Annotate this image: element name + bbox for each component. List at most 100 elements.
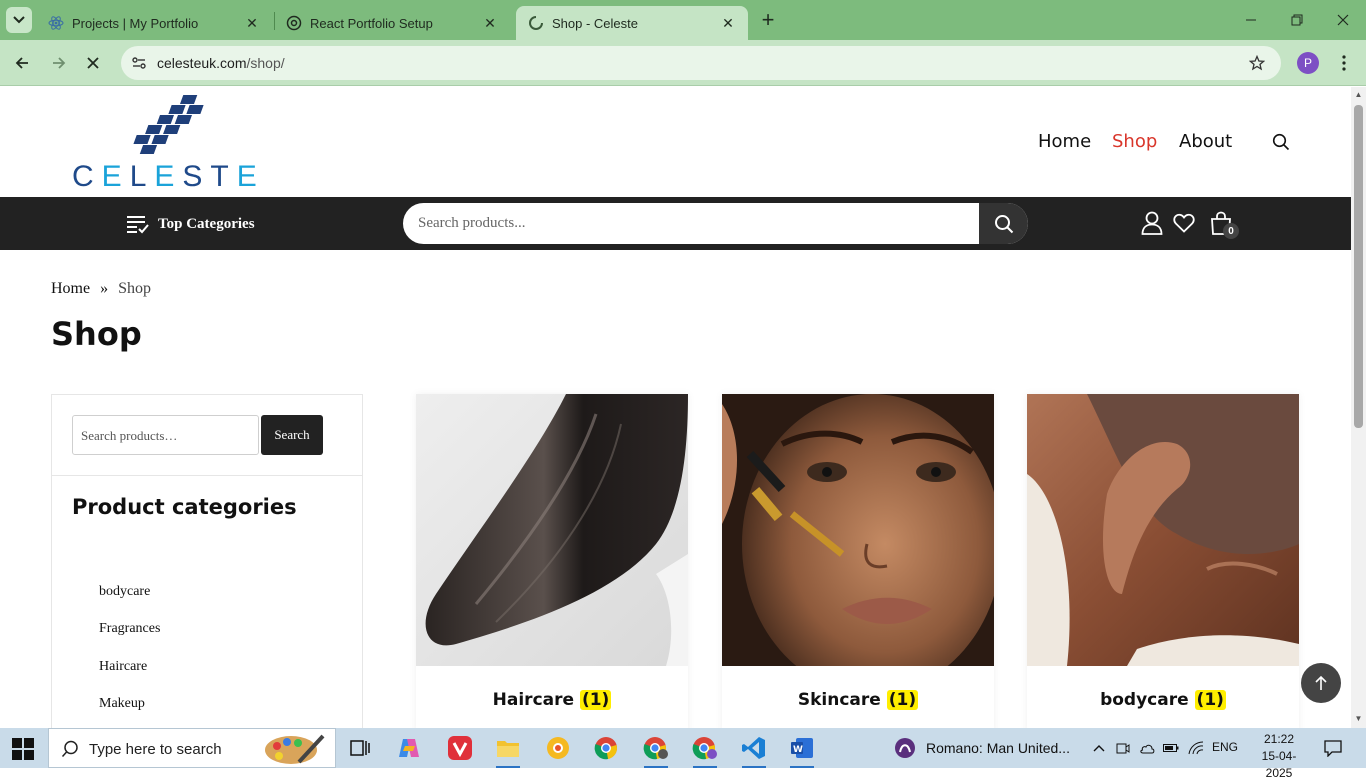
web-page: CELESTE Home Shop About Top Categories S… (0, 87, 1351, 728)
paint-palette-icon (265, 734, 325, 764)
windows-taskbar: Type here to search W Romano: Man United… (0, 728, 1366, 780)
sidebar-search-input[interactable]: Search products… (72, 415, 259, 455)
taskbar-search-input[interactable]: Type here to search (48, 728, 336, 768)
search-icon (61, 740, 78, 758)
taskbar-clock[interactable]: 21:22 15-04-2025 (1250, 731, 1308, 782)
nav-shop[interactable]: Shop (1112, 131, 1157, 152)
chrome-profile-icon[interactable] (636, 732, 676, 768)
input-language[interactable]: ENG (1212, 740, 1238, 754)
restore-icon (1291, 14, 1303, 26)
scroll-down-arrow-icon[interactable]: ▼ (1354, 714, 1363, 723)
skincare-image[interactable] (722, 394, 994, 666)
wifi-icon[interactable] (1186, 738, 1206, 758)
wishlist-heart-icon[interactable] (1172, 210, 1196, 236)
product-card-skincare[interactable]: Skincare (1) (722, 394, 994, 728)
tab-projects[interactable]: Projects | My Portfolio ✕ (36, 6, 272, 40)
new-tab-button[interactable]: + (756, 7, 780, 32)
header-search-button[interactable] (979, 203, 1028, 244)
header-search-input[interactable]: Search products... (403, 203, 1028, 244)
sidebar-search-button[interactable]: Search (261, 415, 323, 455)
back-button[interactable] (7, 48, 37, 78)
page-scrollbar[interactable]: ▲ ▼ (1351, 87, 1366, 728)
category-link-bodycare[interactable]: bodycare (99, 584, 150, 600)
top-categories-label: Top Categories (158, 215, 255, 232)
stop-loading-button[interactable] (78, 48, 108, 78)
chrome-profile-p-icon[interactable] (685, 732, 725, 768)
bodycare-image[interactable] (1027, 394, 1299, 666)
search-icon (994, 214, 1013, 233)
arrow-up-icon (1315, 675, 1327, 690)
nav-about[interactable]: About (1179, 131, 1232, 152)
copilot-icon[interactable] (389, 732, 429, 764)
address-bar[interactable]: celesteuk.com/shop/ (121, 46, 1281, 80)
react-icon (48, 15, 64, 31)
nav-home[interactable]: Home (1038, 131, 1091, 152)
vscode-icon[interactable] (734, 732, 774, 768)
task-view-icon[interactable] (340, 732, 380, 764)
vivaldi-icon[interactable] (440, 732, 480, 764)
product-name: Haircare (492, 690, 575, 710)
restore-button[interactable] (1274, 0, 1320, 40)
product-category-title[interactable]: Haircare (1) (416, 690, 688, 710)
clock-date: 15-04-2025 (1261, 749, 1297, 780)
tab-shop-celeste[interactable]: Shop - Celeste ✕ (516, 6, 748, 40)
page-title: Shop (51, 315, 142, 353)
tab-react-setup[interactable]: React Portfolio Setup ✕ (274, 6, 510, 40)
product-count-badge: (1) (1194, 690, 1226, 710)
file-explorer-icon[interactable] (488, 732, 528, 768)
top-categories-toggle[interactable]: Top Categories (126, 213, 255, 235)
product-card-bodycare[interactable]: bodycare (1) (1027, 394, 1299, 728)
logo-wordmark: CELESTE (72, 160, 265, 193)
news-headline: Romano: Man United... (926, 740, 1070, 756)
close-icon[interactable]: ✕ (720, 15, 736, 31)
logo-mark-icon (133, 95, 204, 154)
close-icon[interactable]: ✕ (482, 15, 498, 31)
category-link-fragrances[interactable]: Fragrances (99, 621, 160, 637)
close-icon (87, 57, 99, 69)
scroll-up-arrow-icon[interactable]: ▲ (1354, 90, 1363, 99)
word-icon[interactable]: W (782, 732, 822, 768)
site-info-icon[interactable] (129, 53, 149, 73)
arrow-right-icon (53, 57, 66, 69)
chromium-app-icon[interactable] (538, 732, 578, 764)
breadcrumb-home[interactable]: Home (51, 280, 90, 298)
search-placeholder: Search products... (418, 215, 526, 231)
loading-icon (528, 15, 544, 31)
close-window-button[interactable] (1320, 0, 1366, 40)
search-icon[interactable] (1272, 133, 1292, 153)
close-icon[interactable]: ✕ (244, 15, 260, 31)
account-icon[interactable] (1140, 210, 1164, 236)
product-category-title[interactable]: bodycare (1) (1027, 690, 1299, 710)
product-name: bodycare (1100, 690, 1189, 710)
notifications-icon[interactable] (1323, 738, 1343, 758)
product-category-title[interactable]: Skincare (1) (722, 690, 994, 710)
product-card-haircare[interactable]: Haircare (1) (416, 394, 688, 728)
cart-count-badge: 0 (1223, 223, 1239, 239)
forward-button[interactable] (44, 48, 74, 78)
battery-icon[interactable] (1161, 738, 1181, 758)
scrollbar-thumb[interactable] (1354, 105, 1363, 428)
product-name: Skincare (797, 690, 881, 710)
news-widget[interactable]: Romano: Man United... (894, 728, 1070, 768)
bookmark-star-icon[interactable] (1247, 53, 1267, 73)
url-path: /shop/ (246, 55, 285, 71)
tab-title: React Portfolio Setup (310, 15, 433, 31)
meet-now-icon[interactable] (1113, 738, 1133, 758)
chevron-up-icon[interactable] (1089, 738, 1109, 758)
news-lion-icon (895, 738, 915, 758)
category-link-haircare[interactable]: Haircare (99, 659, 147, 675)
double-chevron-right-icon: » (100, 280, 109, 297)
haircare-image[interactable] (416, 394, 688, 666)
more-menu-icon[interactable] (1334, 52, 1354, 74)
onedrive-cloud-icon[interactable] (1137, 738, 1157, 758)
tab-title: Projects | My Portfolio (72, 15, 199, 31)
profile-avatar[interactable]: P (1297, 52, 1319, 74)
minimize-icon (1246, 19, 1256, 21)
windows-start-icon[interactable] (12, 738, 34, 760)
scroll-to-top-button[interactable] (1301, 663, 1341, 703)
minimize-button[interactable] (1228, 0, 1274, 40)
breadcrumb-current: Shop (118, 280, 152, 297)
chrome-icon[interactable] (586, 732, 626, 764)
category-link-makeup[interactable]: Makeup (99, 696, 145, 712)
tab-search-button[interactable] (6, 7, 32, 33)
